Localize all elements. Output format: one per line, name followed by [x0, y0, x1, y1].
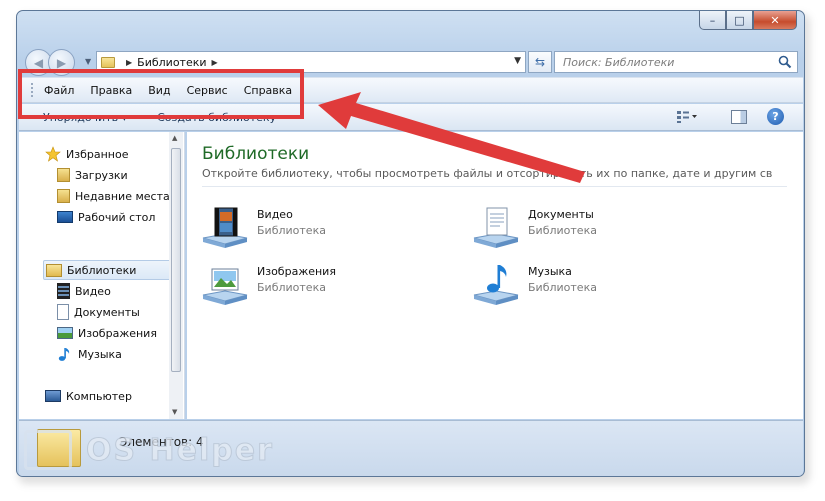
picture-icon: [57, 327, 73, 339]
forward-arrow-icon: ▶: [56, 55, 67, 70]
downloads-folder-icon: [57, 168, 70, 182]
help-icon[interactable]: ?: [767, 108, 784, 125]
nav-pictures[interactable]: Изображения: [57, 323, 157, 343]
maximize-button[interactable]: □: [726, 11, 753, 30]
nav-computer[interactable]: Компьютер: [45, 386, 132, 406]
nav-video[interactable]: Видео: [57, 281, 111, 301]
libraries-folder-icon: [46, 263, 62, 277]
watermark-text: OS Helper: [86, 432, 274, 468]
library-video-name: Видео: [257, 208, 293, 221]
scroll-up-icon[interactable]: ▲: [172, 134, 177, 142]
back-arrow-icon: ◀: [33, 55, 44, 70]
nav-libraries-label: Библиотеки: [67, 263, 137, 277]
navpane-scrollbar[interactable]: ▲ ▼: [169, 132, 183, 419]
recent-pages-dropdown[interactable]: ▼: [85, 57, 91, 66]
change-view-icon[interactable]: [676, 110, 698, 124]
nav-desktop-label: Рабочий стол: [78, 210, 156, 224]
nav-music[interactable]: Музыка: [57, 344, 122, 364]
library-pictures-type: Библиотека: [257, 281, 326, 294]
nav-downloads-label: Загрузки: [75, 168, 128, 182]
nav-recent-places[interactable]: Недавние места: [57, 186, 170, 206]
library-documents-text: Документы Библиотека: [528, 204, 597, 237]
library-pictures-name: Изображения: [257, 265, 336, 278]
nav-recent-places-label: Недавние места: [75, 189, 170, 203]
library-video[interactable]: Видео Библиотека: [201, 204, 326, 250]
scroll-down-icon[interactable]: ▼: [172, 408, 177, 416]
library-music[interactable]: Музыка Библиотека: [472, 261, 597, 307]
search-placeholder: Поиск: Библиотеки: [563, 55, 675, 69]
computer-icon: [45, 390, 61, 402]
library-pictures-text: Изображения Библиотека: [257, 261, 336, 294]
document-icon: [57, 304, 69, 320]
refresh-button[interactable]: ⇆: [528, 51, 552, 73]
page-title: Библиотеки: [202, 144, 310, 164]
library-music-type: Библиотека: [528, 281, 597, 294]
library-music-text: Музыка Библиотека: [528, 261, 597, 294]
nav-downloads[interactable]: Загрузки: [57, 165, 128, 185]
breadcrumb-arrow-icon[interactable]: ▶: [126, 58, 132, 67]
nav-video-label: Видео: [75, 284, 111, 298]
nav-favorites-label: Избранное: [66, 147, 129, 161]
header-divider: [202, 186, 787, 187]
close-button[interactable]: ✕: [753, 11, 797, 30]
breadcrumb-libraries[interactable]: Библиотеки: [137, 56, 206, 69]
library-video-text: Видео Библиотека: [257, 204, 326, 237]
refresh-icon: ⇆: [534, 55, 546, 69]
library-pictures[interactable]: Изображения Библиотека: [201, 261, 336, 307]
scroll-thumb[interactable]: [171, 148, 181, 372]
nav-pictures-label: Изображения: [78, 326, 157, 340]
nav-documents[interactable]: Документы: [57, 302, 140, 322]
nav-documents-label: Документы: [74, 305, 140, 319]
music-library-icon: [473, 265, 519, 305]
annotation-highlight-box: [18, 69, 304, 119]
address-dropdown-icon[interactable]: ▼: [514, 56, 521, 66]
video-library-icon: [202, 207, 248, 248]
library-documents[interactable]: Документы Библиотека: [472, 204, 597, 250]
desktop-icon: [57, 211, 73, 223]
pictures-library-icon: [202, 268, 248, 305]
watermark-logo-icon: [24, 430, 72, 470]
star-icon: [45, 146, 61, 162]
film-icon: [57, 283, 70, 299]
watermark: OS Helper: [24, 430, 274, 470]
library-documents-type: Библиотека: [528, 224, 597, 237]
library-video-type: Библиотека: [257, 224, 326, 237]
content-pane: Библиотеки Откройте библиотеку, чтобы пр…: [187, 132, 803, 419]
nav-favorites[interactable]: Избранное: [45, 144, 128, 164]
caption-buttons: – □ ✕: [699, 11, 797, 30]
music-note-icon: [58, 348, 70, 361]
minimize-button[interactable]: –: [699, 11, 726, 30]
search-input[interactable]: Поиск: Библиотеки: [554, 51, 798, 73]
preview-pane-icon[interactable]: [731, 110, 747, 124]
page-subtitle: Откройте библиотеку, чтобы просмотреть ф…: [202, 167, 772, 180]
nav-music-label: Музыка: [78, 347, 122, 361]
documents-library-icon: [473, 207, 519, 248]
library-documents-name: Документы: [528, 208, 594, 221]
navigation-pane: Избранное Загрузки Недавние места Рабочи…: [19, 132, 185, 419]
nav-desktop[interactable]: Рабочий стол: [57, 207, 155, 227]
nav-computer-label: Компьютер: [66, 389, 132, 403]
search-icon[interactable]: [778, 55, 792, 69]
library-music-name: Музыка: [528, 265, 572, 278]
nav-libraries[interactable]: Библиотеки: [43, 260, 182, 280]
recent-places-icon: [57, 189, 70, 203]
library-folder-icon: [101, 56, 115, 68]
breadcrumb-arrow-icon[interactable]: ▶: [212, 58, 218, 67]
